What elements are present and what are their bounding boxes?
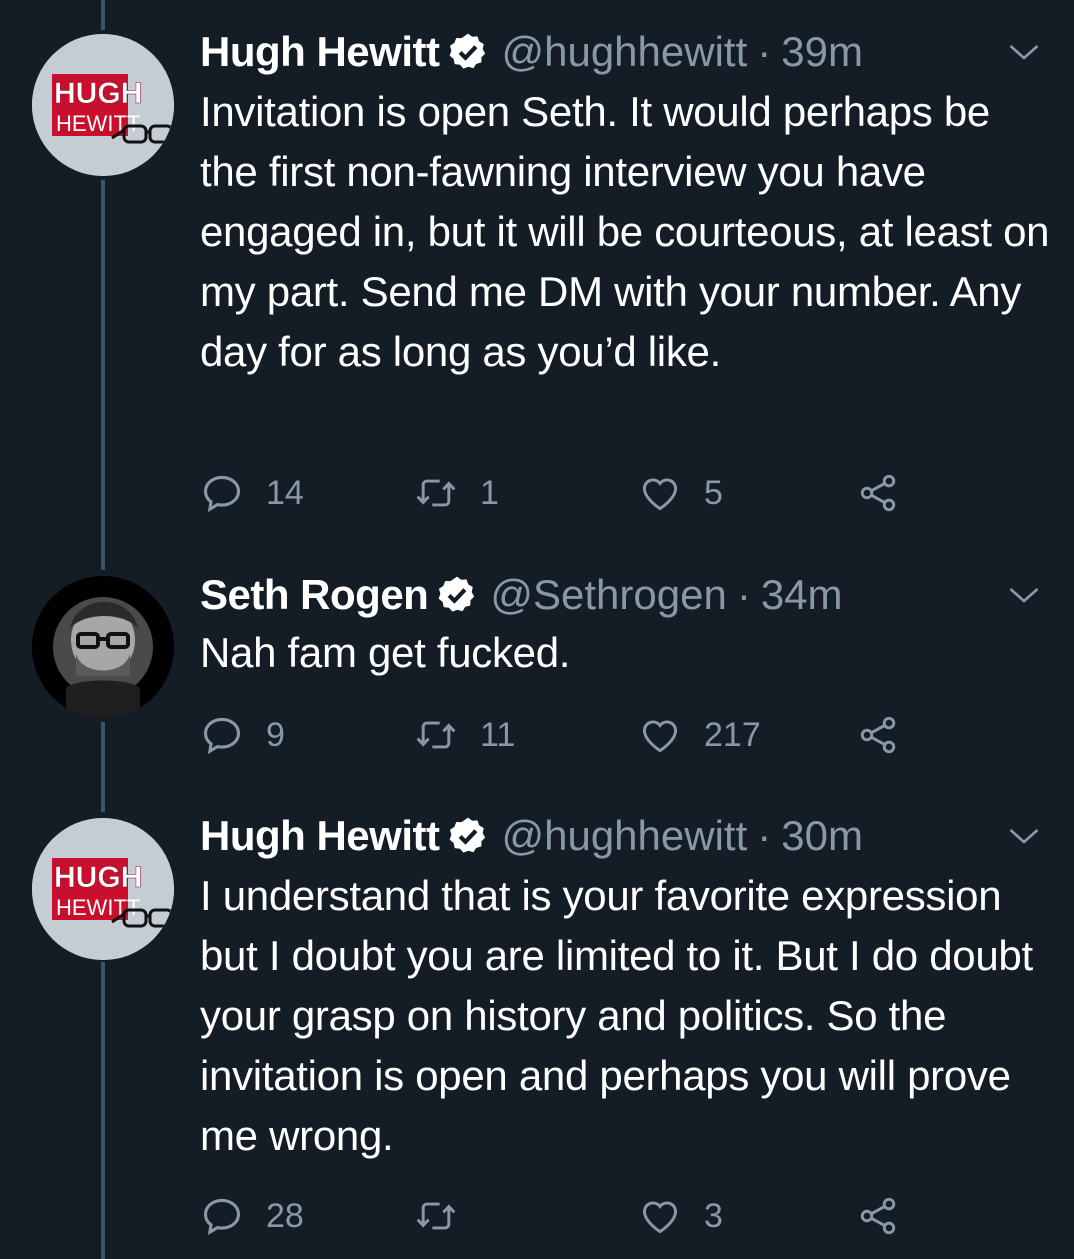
retweet-icon	[416, 479, 456, 507]
timestamp[interactable]: 30m	[781, 812, 863, 860]
heart-icon	[642, 720, 678, 753]
chevron-down-icon[interactable]	[1006, 818, 1042, 854]
avatar-logo-text: HUGH	[54, 861, 142, 894]
retweet-button[interactable]: 11	[414, 710, 515, 760]
like-count: 5	[704, 473, 723, 512]
like-count: 217	[704, 715, 761, 754]
author-handle[interactable]: @hughhewitt	[501, 28, 747, 76]
reply-count: 28	[266, 1196, 304, 1235]
like-button[interactable]: 5	[638, 468, 723, 518]
seth-rogen-avatar-photo	[32, 576, 174, 718]
author-name[interactable]: Hugh Hewitt	[200, 812, 440, 860]
heart-icon	[642, 1201, 678, 1234]
timestamp[interactable]: 39m	[781, 28, 863, 76]
author-name[interactable]: Hugh Hewitt	[200, 28, 440, 76]
tweet-text: Invitation is open Seth. It would perhap…	[200, 88, 1050, 375]
tweet-text: Nah fam get fucked.	[200, 629, 571, 676]
retweet-button[interactable]: 1	[414, 468, 499, 518]
tweet[interactable]: HUGH HEWITT Hugh Hewitt @hughhewitt · 30…	[0, 806, 1074, 1259]
chevron-down-icon[interactable]	[1006, 577, 1042, 613]
avatar[interactable]	[32, 576, 174, 718]
avatar[interactable]: HUGH HEWITT	[32, 818, 174, 960]
like-button[interactable]: 3	[638, 1191, 723, 1241]
share-icon	[860, 474, 896, 512]
share-button[interactable]	[856, 1191, 922, 1241]
share-icon	[860, 1197, 896, 1235]
like-count: 3	[704, 1196, 723, 1235]
like-button[interactable]: 217	[638, 710, 761, 760]
tweet-header: Hugh Hewitt @hughhewitt · 39m	[200, 22, 863, 82]
reply-count: 14	[266, 473, 304, 512]
reply-button[interactable]: 9	[200, 710, 285, 760]
tweet-actions: 28 3	[200, 1191, 920, 1241]
tweet-actions: 9 11 217	[200, 710, 920, 760]
avatar-logo-text: HEWITT	[56, 895, 140, 920]
avatar-logo-text: HUGH	[54, 77, 142, 110]
verified-badge-icon	[450, 33, 486, 69]
separator: ·	[736, 571, 751, 618]
tweet-header: Seth Rogen @Sethrogen · 34m	[200, 565, 843, 625]
retweet-icon	[416, 721, 456, 749]
reply-icon	[203, 475, 241, 513]
tweet-text: I understand that is your favorite expre…	[200, 872, 1033, 1159]
timestamp[interactable]: 34m	[761, 571, 843, 619]
heart-icon	[642, 478, 678, 511]
share-button[interactable]	[856, 710, 922, 760]
hugh-hewitt-logo: HUGH HEWITT	[32, 818, 174, 960]
author-name[interactable]: Seth Rogen	[200, 571, 429, 619]
tweet[interactable]: HUGH HEWITT Hugh Hewitt @hughhewitt · 39…	[0, 22, 1074, 542]
tweet-header: Hugh Hewitt @hughhewitt · 30m	[200, 806, 863, 866]
author-handle[interactable]: @hughhewitt	[501, 812, 747, 860]
reply-button[interactable]: 14	[200, 468, 304, 518]
tweet[interactable]: Seth Rogen @Sethrogen · 34m Nah fam get …	[0, 565, 1074, 775]
author-handle[interactable]: @Sethrogen	[490, 571, 726, 619]
separator: ·	[757, 812, 772, 859]
share-icon	[860, 716, 896, 754]
avatar-logo-text: HEWITT	[56, 111, 140, 136]
retweet-count: 1	[480, 473, 499, 512]
avatar[interactable]: HUGH HEWITT	[32, 34, 174, 176]
separator: ·	[757, 28, 772, 75]
tweet-actions: 14 1 5	[200, 468, 920, 518]
hugh-hewitt-logo: HUGH HEWITT	[32, 34, 174, 176]
verified-badge-icon	[438, 576, 475, 612]
retweet-count: 11	[480, 715, 516, 754]
verified-badge-icon	[450, 817, 486, 853]
reply-count: 9	[266, 715, 285, 754]
reply-button[interactable]: 28	[200, 1191, 304, 1241]
chevron-down-icon[interactable]	[1006, 34, 1042, 70]
retweet-icon	[416, 1202, 456, 1230]
retweet-button[interactable]	[414, 1191, 480, 1241]
share-button[interactable]	[856, 468, 922, 518]
reply-icon	[203, 717, 241, 755]
reply-icon	[203, 1198, 241, 1236]
